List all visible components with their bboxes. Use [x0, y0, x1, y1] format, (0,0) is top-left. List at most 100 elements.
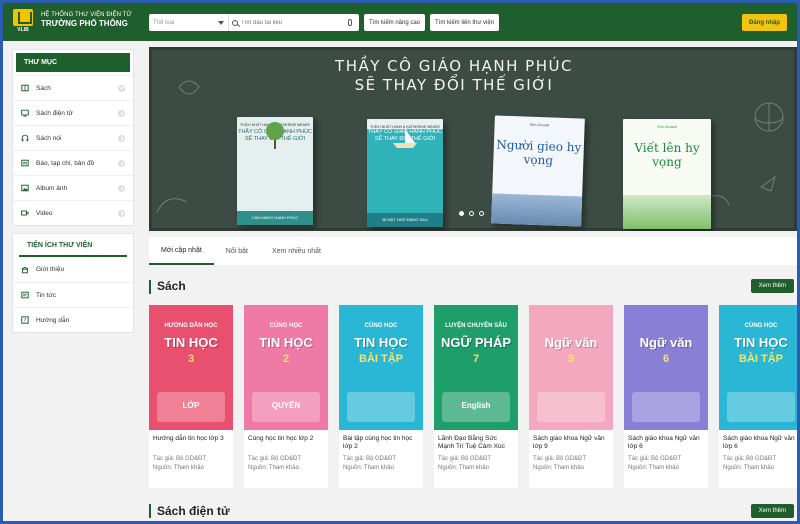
- book-cover[interactable]: HƯỚNG DẪN HỌC TIN HỌC 3 LỚP: [149, 305, 233, 430]
- cover-subtitle: HƯỚNG DẪN HỌC: [164, 323, 218, 329]
- book-cover[interactable]: CÙNG HỌC TIN HỌC BÀI TẬP: [719, 305, 797, 430]
- book-title[interactable]: Sách giáo khoa Ngữ văn lớp 6: [719, 430, 797, 455]
- book-icon: [21, 84, 29, 92]
- book-card[interactable]: HƯỚNG DẪN HỌC TIN HỌC 3 LỚP Hướng dẫn tin họ…: [149, 305, 233, 488]
- chevron-down-icon[interactable]: [118, 84, 125, 92]
- banner-title: THẦY CÔ GIÁO HẠNH PHÚC SẼ THAY ĐỔI THẾ G…: [294, 57, 614, 95]
- book-author: Tác giả: Bộ GD&ĐT: [628, 456, 682, 462]
- book-title[interactable]: Sách giáo khoa Ngữ văn lớp 9: [529, 430, 613, 455]
- category-select-label: Thể loại: [153, 19, 175, 26]
- carousel-dot-2[interactable]: [469, 211, 474, 216]
- sidebar-item-label: Giới thiệu: [36, 266, 65, 273]
- sidebar-item-magazines[interactable]: Báo, tạp chí, bản đồ: [13, 150, 133, 175]
- cover-number: 9: [567, 353, 575, 365]
- directory-title: THƯ MỤC: [16, 53, 130, 72]
- cover-illustration: [157, 392, 225, 422]
- tab-most-viewed[interactable]: Xem nhiều nhất: [260, 237, 333, 265]
- book-card[interactable]: Ngữ văn 9 Sách giáo khoa Ngữ văn lớp 9 Tác …: [529, 305, 613, 488]
- chevron-right-icon[interactable]: [118, 134, 125, 142]
- headphones-icon: [21, 134, 29, 142]
- view-more-button[interactable]: Xem thêm: [750, 279, 794, 293]
- books-section-header: Sách Xem thêm: [149, 279, 797, 295]
- logo-icon: [13, 9, 33, 26]
- book-author: Tác giả: Bộ GD&ĐT: [153, 456, 207, 462]
- book-title[interactable]: Lãnh Đạo Bằng Sức Mạnh Trí Tuệ Cảm Xúc: [434, 430, 518, 455]
- book-title[interactable]: Cùng học tin học lớp 2: [244, 430, 328, 455]
- newspaper-icon: [21, 159, 29, 167]
- carousel-dot-1[interactable]: [459, 211, 464, 216]
- content-tabs: Mới cập nhật Nổi bật Xem nhiều nhất: [149, 237, 797, 265]
- book-cover[interactable]: Ngữ văn 6: [624, 305, 708, 430]
- sidebar-item-about[interactable]: Giới thiệu: [13, 257, 133, 282]
- tab-recent[interactable]: Mới cập nhật: [149, 237, 214, 265]
- book-source: Nguồn: Tham khảo: [153, 465, 204, 471]
- cover-title: TIN HỌC: [354, 335, 408, 350]
- chevron-right-icon[interactable]: [118, 109, 125, 117]
- chevron-right-icon[interactable]: [118, 209, 125, 217]
- chevron-right-icon[interactable]: [118, 159, 125, 167]
- sidebar-item-guide[interactable]: ? Hướng dẫn: [13, 307, 133, 332]
- cover-number: 7: [472, 353, 480, 365]
- book-author: Tác giả: Bộ GD&ĐT: [723, 456, 777, 462]
- sidebar-item-label: Tin tức: [36, 291, 57, 299]
- sidebar-item-ebooks[interactable]: Sách điện tử: [13, 100, 133, 125]
- book-cover[interactable]: Ngữ văn 9: [529, 305, 613, 430]
- tab-featured[interactable]: Nổi bật: [214, 237, 260, 265]
- book-card[interactable]: LUYỆN CHUYÊN SÂU NGỮ PHÁP 7 English Lãnh Đạo…: [434, 305, 518, 488]
- top-header: VLIB HỆ THỐNG THƯ VIỆN ĐIỆN TỬ TRƯỜNG PH…: [3, 3, 797, 41]
- book-list: HƯỚNG DẪN HỌC TIN HỌC 3 LỚP Hướng dẫn tin họ…: [149, 305, 797, 488]
- book-author: Tác giả: Bộ GD&ĐT: [343, 456, 397, 462]
- book-card[interactable]: CÙNG HỌC TIN HỌC BÀI TẬP Bài tập cùng học t…: [339, 305, 423, 488]
- sidebar-item-label: Video: [36, 209, 53, 217]
- cover-subtitle: CÙNG HỌC: [364, 323, 398, 329]
- video-icon: [21, 210, 29, 216]
- cover-number: 3: [187, 353, 195, 365]
- search-icon[interactable]: [232, 19, 238, 26]
- advanced-search-button[interactable]: Tìm kiếm nâng cao: [364, 14, 426, 31]
- book-cover[interactable]: CÙNG HỌC TIN HỌC 2 QUYỂN: [244, 305, 328, 430]
- book-cover[interactable]: LUYỆN CHUYÊN SÂU NGỮ PHÁP 7 English: [434, 305, 518, 430]
- section-marker: [149, 504, 151, 518]
- library-search-button[interactable]: Tìm kiếm liên thư viện: [430, 14, 500, 31]
- book-card[interactable]: CÙNG HỌC TIN HỌC 2 QUYỂN Cùng học tin học lớ…: [244, 305, 328, 488]
- view-more-button[interactable]: Xem thêm: [750, 504, 794, 518]
- book-author: Tác giả: Bộ GD&ĐT: [533, 456, 587, 462]
- sidebar-item-news[interactable]: Tin tức: [13, 282, 133, 307]
- book-title[interactable]: Hướng dẫn tin học lớp 3: [149, 430, 233, 455]
- cover-subtitle: CÙNG HỌC: [269, 323, 303, 329]
- search-input[interactable]: [241, 19, 341, 26]
- sidebar-item-video[interactable]: Video: [13, 200, 133, 225]
- cover-subtitle: LUYỆN CHUYÊN SÂU: [445, 323, 507, 329]
- sidebar-item-albums[interactable]: Album ảnh: [13, 175, 133, 200]
- book-source: Nguồn: Tham khảo: [438, 465, 489, 471]
- section-marker: [149, 280, 151, 294]
- book-title[interactable]: Bài tập cùng học tin học lớp 2: [339, 430, 423, 455]
- category-select[interactable]: Thể loại: [149, 14, 229, 31]
- book-card[interactable]: Ngữ văn 6 Sách giáo khoa Ngữ văn lớp 6 Tác …: [624, 305, 708, 488]
- book-source: Nguồn: Tham khảo: [248, 465, 299, 471]
- cover-number: BÀI TẬP: [739, 353, 783, 365]
- book-cover[interactable]: CÙNG HỌC TIN HỌC BÀI TẬP: [339, 305, 423, 430]
- hero-banner[interactable]: THẦY CÔ GIÁO HẠNH PHÚC SẼ THAY ĐỔI THẾ G…: [149, 47, 797, 231]
- browser-frame: VLIB HỆ THỐNG THƯ VIỆN ĐIỆN TỬ TRƯỜNG PH…: [0, 0, 800, 524]
- banner-book-1[interactable]: THÍCH NHẤT HẠNH & KATHERINE WEARE THẦY C…: [237, 117, 313, 225]
- chevron-right-icon[interactable]: [118, 184, 125, 192]
- login-button[interactable]: Đăng nhập: [742, 14, 787, 31]
- sidebar-item-books[interactable]: Sách: [13, 75, 133, 100]
- sidebar-item-audiobooks[interactable]: Sách nói: [13, 125, 133, 150]
- cover-title: TIN HỌC: [734, 335, 788, 350]
- banner-book-2[interactable]: THÍCH NHẤT HẠNH & KATHERINE WEARE THẦY C…: [367, 119, 443, 227]
- carousel-dot-3[interactable]: [479, 211, 484, 216]
- boat-illustration: [393, 129, 417, 148]
- book-source: Nguồn: Tham khảo: [533, 465, 584, 471]
- book-title[interactable]: Sách giáo khoa Ngữ văn lớp 6: [624, 430, 708, 455]
- site-logo[interactable]: VLIB: [9, 9, 37, 35]
- cover-number: BÀI TẬP: [359, 353, 403, 365]
- banner-book-4[interactable]: Erin Gruwell Viết lên hy vọng: [623, 119, 711, 229]
- microphone-icon[interactable]: [348, 19, 352, 26]
- sidebar-item-label: Hướng dẫn: [36, 316, 70, 324]
- book-card[interactable]: CÙNG HỌC TIN HỌC BÀI TẬP Sách giáo khoa Ngữ…: [719, 305, 797, 488]
- brand-name[interactable]: HỆ THỐNG THƯ VIỆN ĐIỆN TỬ TRƯỜNG PHỔ THÔ…: [41, 12, 132, 28]
- cover-illustration: [727, 392, 795, 422]
- banner-book-3[interactable]: Erin Gruwell Người gieo hy vọng: [491, 115, 585, 227]
